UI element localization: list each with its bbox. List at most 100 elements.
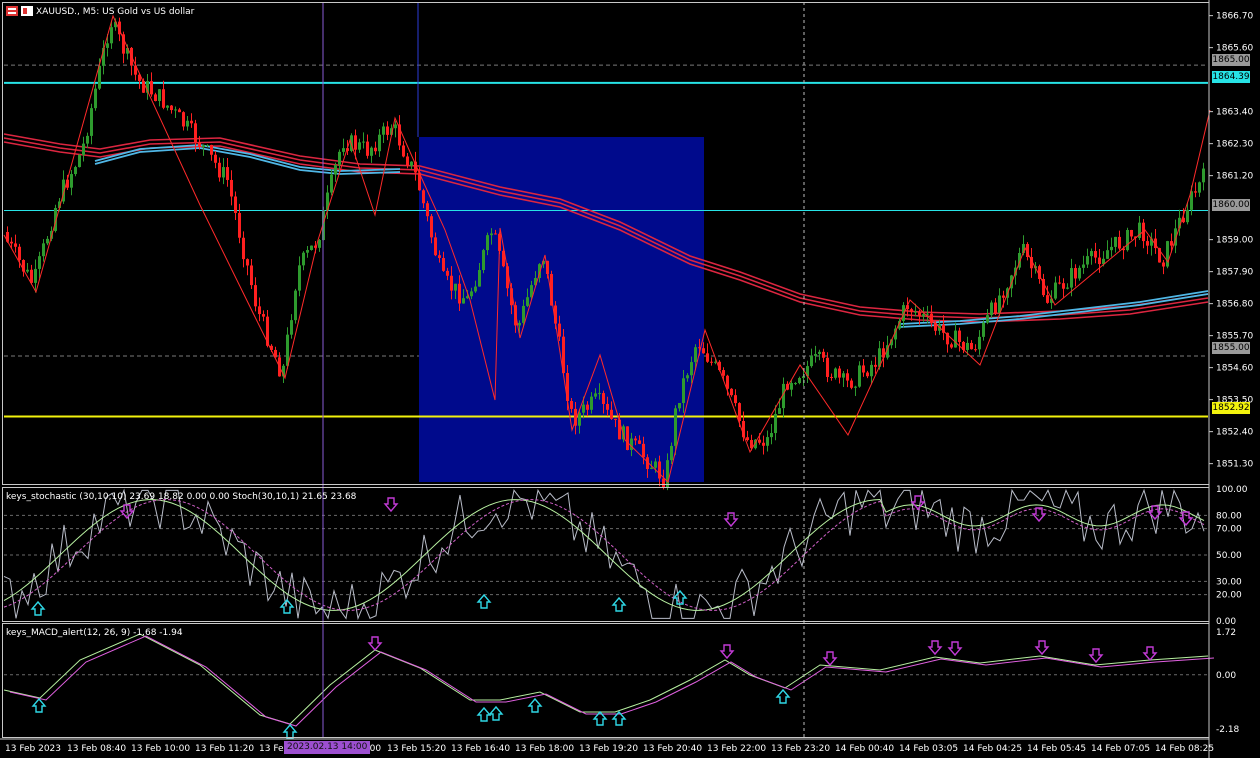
candle-body xyxy=(306,250,309,253)
candle-body xyxy=(218,162,221,178)
candle-body xyxy=(458,283,461,304)
candle-body xyxy=(1106,250,1109,259)
candle-body xyxy=(634,438,637,441)
stoch-buy-arrow-icon xyxy=(476,593,492,609)
price-tick-label: 1852.40 xyxy=(1216,428,1253,438)
price-badge-1852: 1852.92 xyxy=(1212,402,1250,414)
candle-body xyxy=(338,151,341,165)
candle-body xyxy=(394,124,397,129)
candle-body xyxy=(798,377,801,384)
candle-body xyxy=(778,408,781,414)
candle-body xyxy=(258,306,261,315)
stoch-tick-label: 70.00 xyxy=(1216,525,1242,535)
candle-body xyxy=(602,393,605,404)
candle-body xyxy=(154,94,157,102)
macd-sell-arrow-icon xyxy=(927,640,943,656)
macd-sell-arrow-icon xyxy=(947,641,963,657)
stoch-tick-label: 20.00 xyxy=(1216,591,1242,601)
time-tick-label: 14 Feb 00:40 xyxy=(835,744,894,754)
candle-body xyxy=(606,403,609,410)
candle-body xyxy=(958,330,961,342)
macd-tick-label: 0.00 xyxy=(1216,671,1236,681)
candle-body xyxy=(178,109,181,113)
stoch-tick-label: 100.00 xyxy=(1216,485,1248,495)
time-tick-label: 13 Feb 20:40 xyxy=(643,744,702,754)
time-tick-label: 13 Feb 16:40 xyxy=(451,744,510,754)
candle-body xyxy=(442,258,445,271)
stoch-buy-arrow-icon xyxy=(672,589,688,605)
stochastic-indicator-name: keys_stochastic (30,10,10) 23.69 18.82 0… xyxy=(6,492,357,502)
candle-body xyxy=(90,108,93,136)
candle-body xyxy=(210,144,213,155)
candle-body xyxy=(642,443,645,458)
candle-body xyxy=(482,250,485,271)
candle-body xyxy=(1198,182,1201,193)
stoch-fast-line xyxy=(3,488,1205,621)
candle-body xyxy=(862,365,865,373)
candle-body xyxy=(378,134,381,152)
candle-body xyxy=(410,161,413,166)
time-tick-label: 13 Feb 18:00 xyxy=(515,744,574,754)
candle-body xyxy=(186,120,189,127)
macd-buy-arrow-icon xyxy=(488,705,504,721)
candle-body xyxy=(694,347,697,363)
candle-body xyxy=(918,311,921,317)
candle-body xyxy=(982,322,985,337)
candle-body xyxy=(30,269,33,283)
macd-sell-arrow-icon xyxy=(1142,646,1158,662)
macd-sell-arrow-icon xyxy=(822,651,838,667)
candle-body xyxy=(10,241,13,244)
candle-body xyxy=(650,467,653,469)
candle-body xyxy=(1166,241,1169,267)
candle-body xyxy=(242,237,245,260)
candle-body xyxy=(462,298,465,304)
stoch-tick-label: 80.00 xyxy=(1216,511,1242,521)
candle-body xyxy=(826,357,829,377)
candle-body xyxy=(422,190,425,204)
candle-body xyxy=(850,380,853,388)
candle-body xyxy=(666,460,669,488)
stoch-tick-label: 50.00 xyxy=(1216,551,1242,561)
time-tick-label: 14 Feb 05:45 xyxy=(1027,744,1086,754)
highlight-box[interactable] xyxy=(419,137,704,482)
candle-body xyxy=(586,404,589,410)
candle-body xyxy=(838,368,841,378)
candle-body xyxy=(294,290,297,321)
candle-body xyxy=(238,212,241,238)
candle-body xyxy=(86,135,89,144)
candle-body xyxy=(766,437,769,446)
candle-body xyxy=(382,126,385,135)
chart-canvas[interactable]: 1866.70 1865.60 1863.40 1862.30 1861.20 1859.… xyxy=(0,0,1260,758)
time-tick-label: 14 Feb 03:05 xyxy=(899,744,958,754)
candle-body xyxy=(842,373,845,378)
candle-body xyxy=(674,408,677,446)
time-tick-label: 13 Feb 08:40 xyxy=(67,744,126,754)
flag-icon xyxy=(6,6,18,16)
candle-body xyxy=(706,353,709,362)
macd-sell-arrow-icon xyxy=(367,636,383,652)
macd-sell-arrow-icon xyxy=(1034,640,1050,656)
candle-body xyxy=(1114,236,1117,247)
candle-body xyxy=(174,109,177,111)
candle-body xyxy=(1186,209,1189,223)
candle-body xyxy=(774,413,777,434)
candle-body xyxy=(570,400,573,409)
price-tick-label: 1859.00 xyxy=(1216,236,1253,246)
candle-body xyxy=(158,89,161,102)
candle-body xyxy=(722,370,725,376)
candle-body xyxy=(1002,295,1005,298)
candle-body xyxy=(1118,236,1121,249)
candle-body xyxy=(710,361,713,363)
candle-body xyxy=(1170,241,1173,246)
candle-body xyxy=(230,179,233,197)
candle-body xyxy=(426,203,429,217)
candle-body xyxy=(794,383,797,385)
price-badge-1855: 1855.00 xyxy=(1212,342,1250,354)
candle-body xyxy=(1094,251,1097,258)
candle-body xyxy=(578,412,581,426)
candle-body xyxy=(926,313,929,315)
candle-body xyxy=(94,88,97,109)
candle-body xyxy=(610,409,613,419)
stoch-buy-arrow-icon xyxy=(30,600,46,616)
signal-arrows xyxy=(30,495,1194,739)
